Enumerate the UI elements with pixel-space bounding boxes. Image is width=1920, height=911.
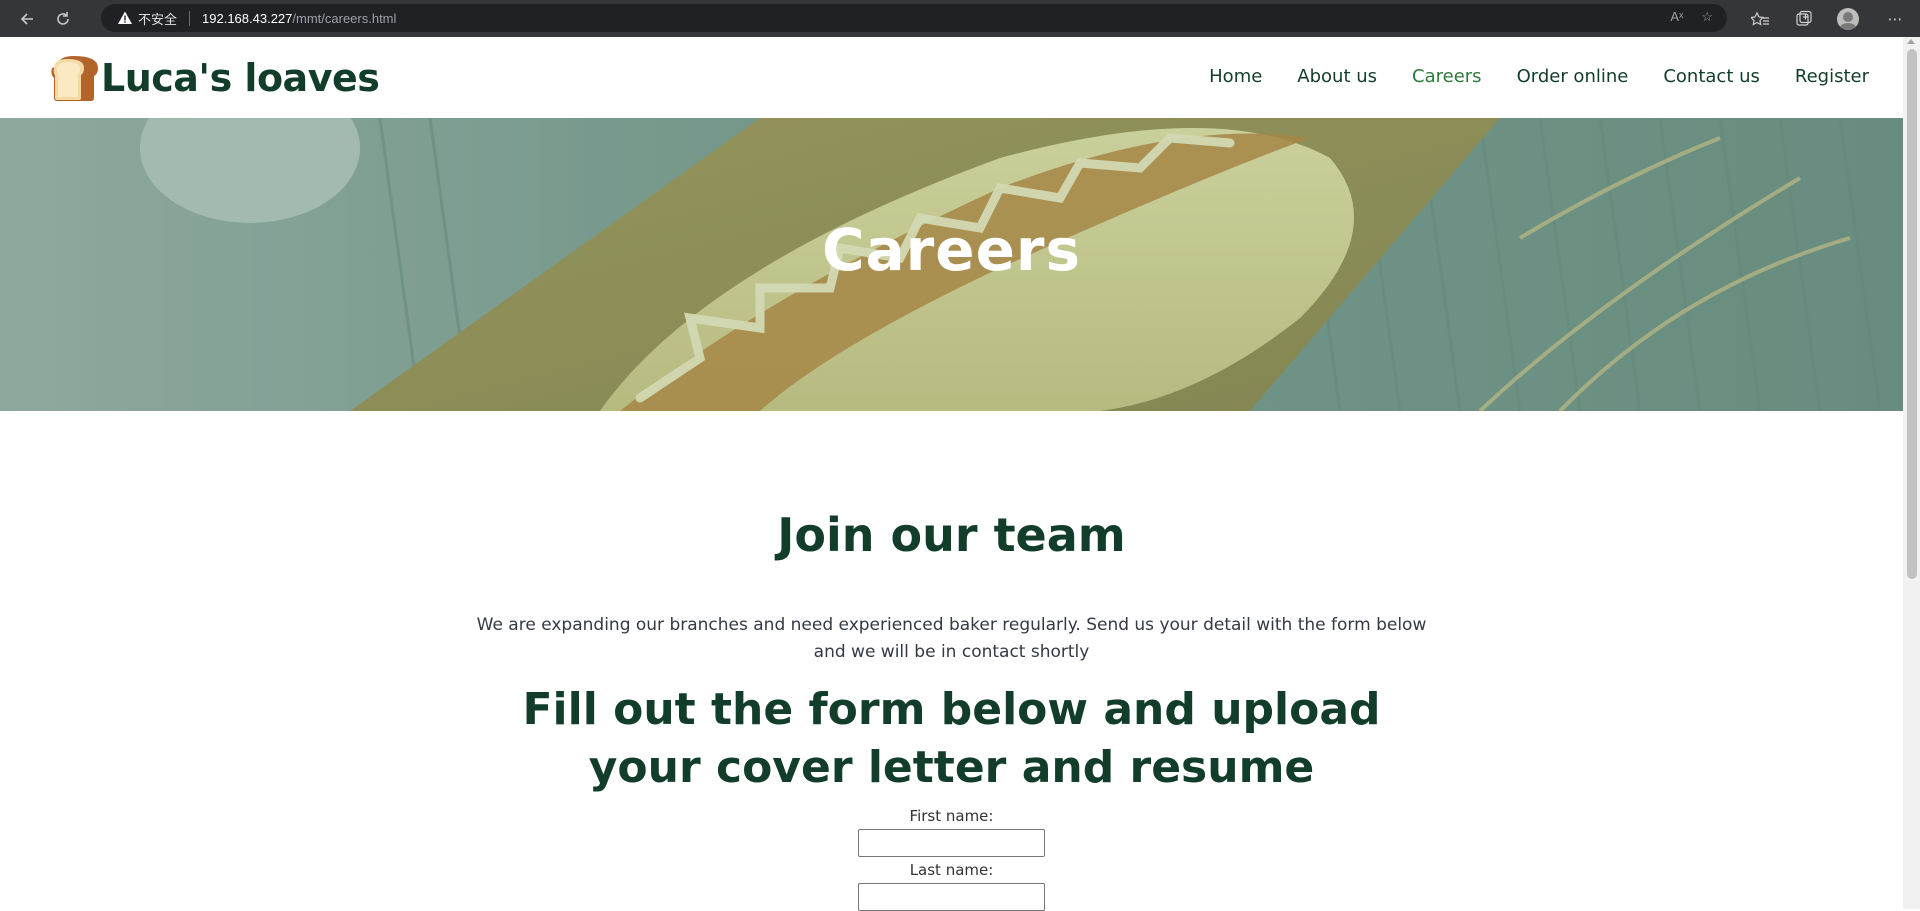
brand-name: Luca's loaves [101,56,380,100]
hero-banner: Careers [0,118,1903,411]
warning-icon [118,11,132,24]
join-heading: Join our team [777,508,1126,562]
last-name-input[interactable] [858,883,1045,911]
address-divider [189,10,191,26]
nav-about-us[interactable]: About us [1297,66,1377,87]
nav-order-online[interactable]: Order online [1517,66,1629,87]
favorite-add-icon[interactable]: ☆ [1701,9,1713,25]
browser-toolbar: 不安全 192.168.43.227/mmt/careers.html Aˣ ☆… [0,0,1920,37]
main-nav: Home About us Careers Order online Conta… [1174,66,1869,87]
url-host: 192.168.43.227 [202,10,293,26]
form-heading: Fill out the form below and upload your … [522,684,1381,793]
nav-home[interactable]: Home [1209,66,1262,87]
nav-register[interactable]: Register [1795,66,1869,87]
hero-title: Careers [821,216,1082,284]
reload-icon[interactable] [45,1,81,37]
read-aloud-icon[interactable]: Aˣ [1670,9,1683,25]
profile-avatar-icon[interactable] [1826,7,1870,30]
address-bar[interactable]: 不安全 192.168.43.227/mmt/careers.html Aˣ ☆ [101,4,1727,32]
scroll-up-icon[interactable] [1907,39,1915,44]
site-header: Luca's loaves Home About us Careers Orde… [0,37,1903,118]
favorites-icon[interactable] [1738,10,1782,28]
url-path: /mmt/careers.html [292,10,397,26]
insecure-label[interactable]: 不安全 [138,9,177,28]
first-name-input[interactable] [858,829,1045,857]
intro-text: We are expanding our branches and need e… [476,615,1427,662]
back-icon[interactable] [9,1,45,37]
more-menu-icon[interactable]: ⋯ [1870,10,1920,28]
collections-icon[interactable] [1782,10,1826,28]
bread-loaf-icon [51,56,98,101]
site-logo[interactable]: Luca's loaves [48,54,380,102]
nav-contact-us[interactable]: Contact us [1663,66,1760,87]
nav-careers[interactable]: Careers [1412,66,1482,87]
first-name-label: First name: [909,807,994,825]
scrollbar-thumb[interactable] [1907,49,1917,579]
page-scrollbar[interactable] [1903,37,1920,909]
last-name-label: Last name: [909,861,994,879]
